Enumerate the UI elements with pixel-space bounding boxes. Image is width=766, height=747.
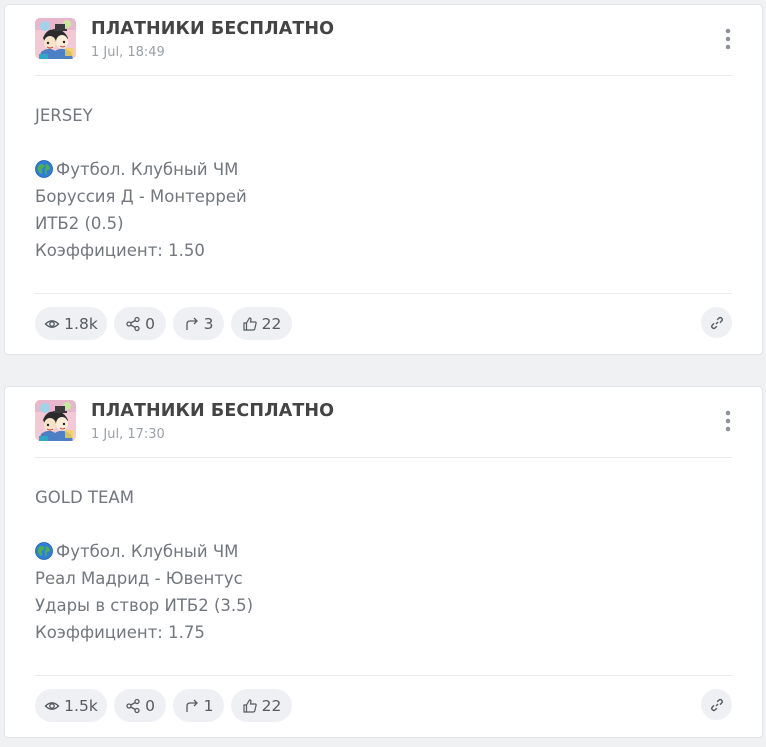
forwards-count: 3: [203, 314, 214, 333]
channel-name[interactable]: ПЛАТНИКИ БЕСПЛАТНО: [91, 401, 334, 421]
globe-icon: [35, 159, 53, 186]
match-line: Реал Мадрид - Ювентус: [35, 569, 243, 588]
thumbs-up-icon: [243, 316, 257, 331]
header-divider: [35, 75, 732, 76]
bet-line: ИТБ2 (0.5): [35, 214, 124, 233]
shares-pill[interactable]: 0: [114, 689, 166, 722]
forward-arrow-icon: [185, 317, 198, 330]
forwards-count: 1: [203, 696, 214, 715]
eye-icon: [44, 319, 60, 328]
shares-count: 0: [145, 314, 155, 333]
views-count: 1.8k: [64, 314, 98, 333]
views-pill[interactable]: 1.5k: [35, 689, 107, 722]
copy-link-button[interactable]: [701, 307, 732, 338]
views-pill[interactable]: 1.8k: [35, 307, 107, 340]
thumbs-up-icon: [243, 698, 257, 713]
post-header: ПЛАТНИКИ БЕСПЛАТНО 1 Jul, 17:30: [35, 400, 732, 458]
share-icon: [126, 316, 140, 331]
footer-divider: [35, 675, 732, 676]
globe-icon: [35, 541, 53, 568]
channel-name[interactable]: ПЛАТНИКИ БЕСПЛАТНО: [91, 19, 334, 39]
channel-avatar[interactable]: [35, 18, 76, 59]
forwards-pill[interactable]: 1: [173, 689, 224, 722]
post-time: 1 Jul, 17:30: [91, 427, 165, 442]
sport-line: Футбол. Клубный ЧМ: [35, 538, 732, 565]
post-body: JERSEY Футбол. Клубный ЧМ Боруссия Д - М…: [35, 102, 732, 264]
sport-text: Футбол. Клубный ЧМ: [56, 160, 239, 179]
reactions-pill[interactable]: 22: [231, 307, 292, 340]
header-divider: [35, 457, 732, 458]
match-line: Боруссия Д - Монтеррей: [35, 187, 247, 206]
odds-line: Коэффициент: 1.50: [35, 241, 205, 260]
post-header: ПЛАТНИКИ БЕСПЛАТНО 1 Jul, 18:49: [35, 18, 732, 76]
team-line: JERSEY: [35, 106, 93, 125]
bet-line: Удары в створ ИТБ2 (3.5): [35, 596, 254, 615]
link-icon: [710, 316, 723, 329]
post-card: ПЛАТНИКИ БЕСПЛАТНО 1 Jul, 17:30 GOLD TEA…: [4, 386, 763, 738]
more-vertical-icon[interactable]: [721, 408, 735, 436]
odds-line: Коэффициент: 1.75: [35, 623, 205, 642]
shares-pill[interactable]: 0: [114, 307, 166, 340]
post-body: GOLD TEAM Футбол. Клубный ЧМ Реал Мадрид…: [35, 484, 732, 646]
share-icon: [126, 698, 140, 713]
sport-line: Футбол. Клубный ЧМ: [35, 156, 732, 183]
reactions-count: 22: [261, 314, 282, 333]
forwards-pill[interactable]: 3: [173, 307, 224, 340]
post-time: 1 Jul, 18:49: [91, 45, 165, 60]
post-card: ПЛАТНИКИ БЕСПЛАТНО 1 Jul, 18:49 JERSEY Ф…: [4, 4, 763, 355]
sport-text: Футбол. Клубный ЧМ: [56, 542, 239, 561]
eye-icon: [44, 701, 60, 710]
reactions-count: 22: [261, 696, 282, 715]
forward-arrow-icon: [185, 699, 198, 712]
reactions-pill[interactable]: 22: [231, 689, 292, 722]
more-vertical-icon[interactable]: [721, 26, 735, 54]
link-icon: [710, 698, 723, 711]
team-line: GOLD TEAM: [35, 488, 134, 507]
footer-divider: [35, 293, 732, 294]
channel-avatar[interactable]: [35, 400, 76, 441]
copy-link-button[interactable]: [701, 689, 732, 720]
shares-count: 0: [145, 696, 155, 715]
views-count: 1.5k: [64, 696, 98, 715]
